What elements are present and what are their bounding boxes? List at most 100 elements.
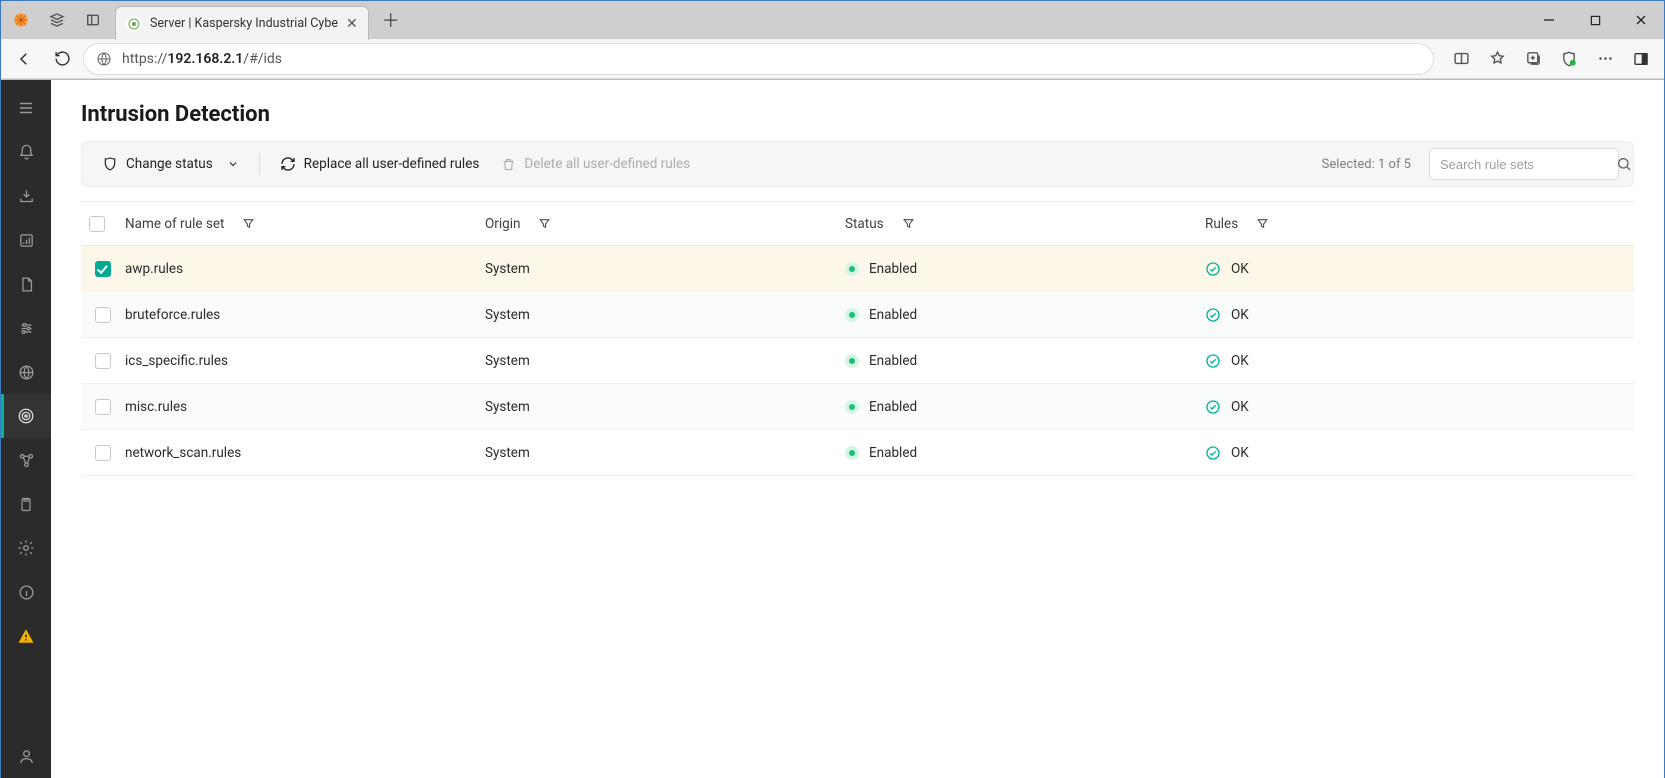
filter-icon[interactable] [902,217,915,230]
address-bar[interactable]: https://192.168.2.1/#/ids [83,43,1434,75]
workspaces-icon[interactable] [43,6,71,34]
row-checkbox[interactable] [95,399,111,415]
status-dot-icon [845,446,859,460]
chevron-down-icon [227,158,239,170]
table-row[interactable]: ics_specific.rules System Enabled OK [81,338,1634,384]
tab-title: Server | Kaspersky Industrial Cybe [150,16,338,31]
sidebar-toggle-icon[interactable] [1624,42,1658,76]
sidebar-item-settings[interactable] [1,526,51,570]
more-menu-icon[interactable] [1588,42,1622,76]
row-checkbox[interactable] [95,307,111,323]
main-content: Intrusion Detection Change status Replac… [51,80,1664,778]
collections-icon[interactable] [1516,42,1550,76]
favicon-icon [126,16,142,32]
table-row[interactable]: bruteforce.rules System Enabled OK [81,292,1634,338]
row-checkbox[interactable] [95,353,111,369]
cell-status: Enabled [845,353,1205,369]
check-circle-icon [1205,399,1221,415]
favorites-icon[interactable] [1480,42,1514,76]
table-row[interactable]: awp.rules System Enabled OK [81,246,1634,292]
sidebar-item-intrusion-detection[interactable] [1,394,51,438]
check-circle-icon [1205,261,1221,277]
cell-origin: System [485,261,845,277]
select-all-checkbox[interactable] [89,216,105,232]
cell-name: network_scan.rules [125,445,485,461]
status-dot-icon [845,354,859,368]
table-row[interactable]: misc.rules System Enabled OK [81,384,1634,430]
app: Intrusion Detection Change status Replac… [1,80,1664,778]
browser-chrome: Server | Kaspersky Industrial Cybe ✕ ＋ h… [1,1,1664,80]
check-circle-icon [1205,307,1221,323]
filter-icon[interactable] [538,217,551,230]
filter-icon[interactable] [242,217,255,230]
action-bar: Change status Replace all user-defined r… [81,141,1634,187]
profile-icon[interactable] [7,6,35,34]
tab-actions-icon[interactable] [79,6,107,34]
cell-status: Enabled [845,399,1205,415]
search-input[interactable] [1440,157,1616,172]
change-status-button[interactable]: Change status [96,148,245,180]
sidebar-item-notifications[interactable] [1,130,51,174]
tab-close-icon[interactable]: ✕ [346,16,358,32]
table-row[interactable]: network_scan.rules System Enabled OK [81,430,1634,476]
cell-rules: OK [1205,261,1634,277]
cell-rules: OK [1205,353,1634,369]
cell-name: awp.rules [125,261,485,277]
nav-back-button[interactable] [7,42,41,76]
cell-origin: System [485,353,845,369]
nav-refresh-button[interactable] [45,42,79,76]
status-dot-icon [845,400,859,414]
sidebar-item-tuning[interactable] [1,306,51,350]
sidebar-item-reports[interactable] [1,262,51,306]
sidebar-item-info[interactable] [1,570,51,614]
row-checkbox[interactable] [95,261,111,277]
status-dot-icon [845,308,859,322]
sidebar-item-account[interactable] [1,734,51,778]
url-text: https://192.168.2.1/#/ids [122,51,282,67]
col-name[interactable]: Name of rule set [125,216,224,232]
cell-name: bruteforce.rules [125,307,485,323]
cell-status: Enabled [845,261,1205,277]
sidebar-item-topology[interactable] [1,438,51,482]
extension-kaspersky-icon[interactable] [1552,42,1586,76]
separator [259,153,260,175]
filter-icon[interactable] [1256,217,1269,230]
sidebar-item-downloads[interactable] [1,174,51,218]
col-rules[interactable]: Rules [1205,216,1238,232]
browser-tabbar: Server | Kaspersky Industrial Cybe ✕ ＋ [1,1,1664,39]
search-icon[interactable] [1616,156,1632,172]
cell-rules: OK [1205,399,1634,415]
cell-status: Enabled [845,307,1205,323]
search-box[interactable] [1429,148,1619,180]
new-tab-button[interactable]: ＋ [377,6,405,34]
window-controls [1526,1,1664,39]
row-checkbox[interactable] [95,445,111,461]
trash-icon [501,157,516,172]
table-body: awp.rules System Enabled OK bruteforce.r… [81,246,1634,476]
sidebar-menu-toggle[interactable] [1,86,51,130]
cell-name: ics_specific.rules [125,353,485,369]
table-header: Name of rule set Origin Status Rules [81,202,1634,246]
sidebar-item-dashboard[interactable] [1,218,51,262]
replace-rules-button[interactable]: Replace all user-defined rules [274,148,486,180]
check-circle-icon [1205,353,1221,369]
sidebar-item-alerts[interactable] [1,614,51,658]
sidebar-item-tasks[interactable] [1,482,51,526]
selected-count: Selected: 1 of 5 [1322,157,1411,172]
site-info-icon[interactable] [96,51,112,67]
sidebar-item-network[interactable] [1,350,51,394]
browser-tab[interactable]: Server | Kaspersky Industrial Cybe ✕ [115,6,369,40]
refresh-icon [280,156,296,172]
split-screen-icon[interactable] [1444,42,1478,76]
delete-rules-button: Delete all user-defined rules [495,148,696,180]
window-minimize-button[interactable] [1526,1,1572,39]
col-origin[interactable]: Origin [485,216,520,232]
status-dot-icon [845,262,859,276]
cell-name: misc.rules [125,399,485,415]
cell-rules: OK [1205,445,1634,461]
window-maximize-button[interactable] [1572,1,1618,39]
window-close-button[interactable] [1618,1,1664,39]
check-circle-icon [1205,445,1221,461]
cell-rules: OK [1205,307,1634,323]
col-status[interactable]: Status [845,216,884,232]
